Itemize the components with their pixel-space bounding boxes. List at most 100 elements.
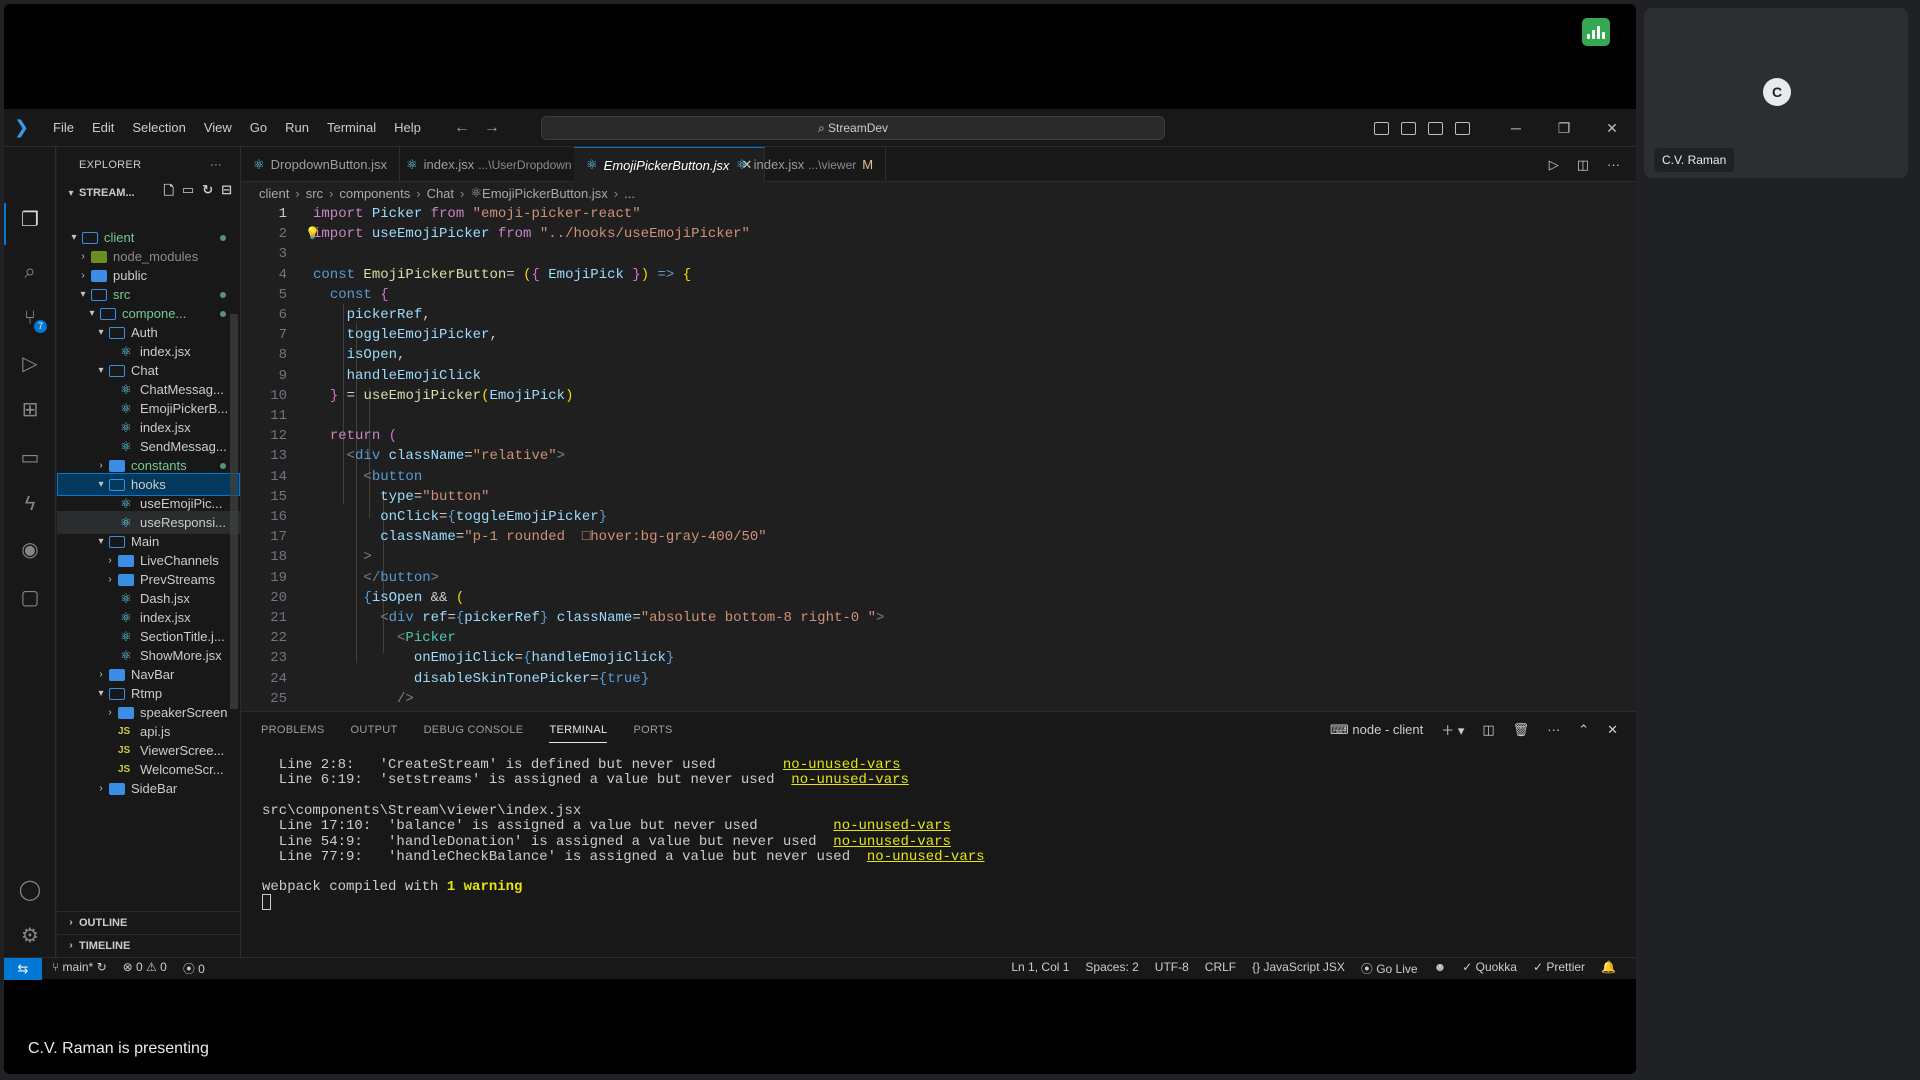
lint-rule-link[interactable]: no-unused-vars [791,772,909,788]
settings-gear-icon[interactable]: ⚙ [17,923,43,949]
language-mode[interactable]: {} JavaScript JSX [1252,960,1345,977]
menu-item-go[interactable]: Go [241,120,276,135]
activity-bar: ❐ ⌕ ⑂ 7 ▷ ⊞ ▭ ϟ ◉ ▢ ◯ ⚙ [4,147,56,957]
code-token: "emoji-picker-react" [472,206,641,222]
docker-icon[interactable]: ◉ [17,537,43,563]
code-token: { [447,509,456,525]
new-terminal-icon[interactable]: ＋ ▾ [1441,720,1464,739]
participant-tile[interactable]: C C.V. Raman [1644,8,1908,178]
folder-icon [118,706,134,719]
copilot-icon[interactable]: ☻ [1434,960,1447,977]
toggle-secondary-sidebar-icon[interactable] [1428,121,1443,135]
react-file-icon: ⚛ [120,438,132,454]
more-actions-icon[interactable]: ··· [1607,157,1620,172]
search-icon[interactable]: ⌕ [17,259,43,285]
remote-explorer-icon[interactable]: ▭ [17,445,43,471]
back-arrow-icon[interactable]: ← [454,119,470,137]
go-live-button[interactable]: ⦿ Go Live [1361,960,1418,977]
menu-item-help[interactable]: Help [385,120,430,135]
split-terminal-icon[interactable]: ◫ [1482,722,1494,738]
tree-item-label: src [113,287,131,302]
quokka-button[interactable]: ✓ Quokka [1462,960,1517,977]
chevron-right-icon: › [99,669,103,680]
code-token: => [649,266,683,283]
tab-output[interactable]: OUTPUT [351,724,398,736]
code-editor[interactable]: 1 import Picker from "emoji-picker-react"… [241,204,1636,707]
lint-rule-link[interactable]: no-unused-vars [867,849,985,865]
tree-item[interactable]: › SideBar [57,777,240,800]
toggle-panel-icon[interactable] [1401,121,1416,135]
breadcrumb-item[interactable]: src [306,186,323,201]
menu-item-view[interactable]: View [195,120,241,135]
command-center[interactable]: ⌕ StreamDev [541,116,1165,140]
menu-item-edit[interactable]: Edit [83,120,123,135]
encoding[interactable]: UTF-8 [1155,960,1189,977]
toggle-sidebar-icon[interactable] [1374,121,1389,135]
close-window-button[interactable]: ✕ [1588,120,1636,137]
language-label: JavaScript JSX [1263,960,1345,974]
more-actions-icon[interactable]: ··· [210,159,222,171]
code-token: EmojiPick [489,387,566,404]
source-control-icon[interactable]: ⑂ 7 [17,305,47,333]
editor-tab[interactable]: ⚛ index.jsx ...\UserDropdown [394,147,585,182]
breadcrumb-item[interactable]: Chat [427,186,454,201]
editor-tab[interactable]: ⚛ index.jsx ...\viewer M [724,147,887,182]
run-debug-icon[interactable]: ▷ [17,351,43,377]
tab-terminal[interactable]: TERMINAL [549,724,608,743]
tab-problems[interactable]: PROBLEMS [261,724,325,736]
kill-terminal-icon[interactable]: 🗑 [1513,722,1530,738]
maximize-panel-icon[interactable]: ⌃ [1578,722,1589,738]
account-icon[interactable]: ◯ [17,877,43,903]
new-file-icon[interactable]: 🗋 [163,182,173,204]
code-token: "relative" [472,448,557,465]
run-icon[interactable]: ▷ [1549,157,1559,173]
remote-indicator-icon[interactable]: ⇆ [4,957,42,980]
lightbulb-icon[interactable]: 💡 [305,226,320,241]
breadcrumb-item[interactable]: client [259,186,289,201]
sidebar-scrollbar[interactable] [230,314,238,709]
cursor-position[interactable]: Ln 1, Col 1 [1011,960,1069,977]
minimize-button[interactable]: ─ [1492,120,1540,136]
breadcrumb-item[interactable]: components [339,186,410,201]
breadcrumb-item[interactable]: ... [624,186,635,201]
line-number: 14 [270,468,287,485]
menu-item-terminal[interactable]: Terminal [318,120,385,135]
code-token: } [665,650,675,667]
more-actions-icon[interactable]: ··· [1547,722,1560,737]
forward-arrow-icon[interactable]: → [484,119,500,137]
breadcrumb-item[interactable]: EmojiPickerButton.jsx [482,186,608,201]
react-file-icon: ⚛ [586,157,598,172]
menu-item-file[interactable]: File [44,120,83,135]
workspace-root[interactable]: ▾ STREAM... 🗋 ▭ ↻ ⊟ [57,182,240,204]
line-ending[interactable]: CRLF [1205,960,1236,977]
prettier-button[interactable]: ✓ Prettier [1533,960,1585,977]
tab-debug-console[interactable]: DEBUG CONSOLE [424,724,524,736]
menu-item-selection[interactable]: Selection [123,120,194,135]
explorer-icon[interactable]: ❐ [17,207,43,233]
refresh-icon[interactable]: ↻ [202,182,213,204]
tree-item-label: ShowMore.jsx [140,648,222,663]
react-file-icon: ⚛ [120,609,132,625]
menu-item-run[interactable]: Run [276,120,318,135]
problems-count[interactable]: ⊗ 0 ⚠ 0 [123,960,167,977]
git-branch[interactable]: ⑂ main* ↻ [52,960,107,977]
restore-button[interactable]: ❐ [1540,120,1588,137]
ports-count[interactable]: ⦿ 0 [183,960,205,977]
terminal-instance[interactable]: ⌨ node - client [1330,722,1423,738]
close-panel-icon[interactable]: ✕ [1607,722,1618,738]
timeline-section[interactable]: › TIMELINE [57,934,240,956]
collapse-all-icon[interactable]: ⊟ [221,182,232,204]
indentation[interactable]: Spaces: 2 [1085,960,1138,977]
extensions-icon[interactable]: ⊞ [17,397,43,423]
notifications-bell-icon[interactable]: 🔔 [1601,960,1616,977]
editor-tab[interactable]: ⚛ DropdownButton.jsx [241,147,400,182]
customize-layout-icon[interactable] [1455,121,1470,135]
avatar: C [1763,78,1791,106]
chat-icon[interactable]: ▢ [17,585,43,611]
new-folder-icon[interactable]: ▭ [182,182,194,204]
outline-section[interactable]: › OUTLINE [57,911,240,933]
tab-ports[interactable]: PORTS [633,724,672,736]
split-editor-icon[interactable]: ◫ [1577,157,1589,173]
lightning-icon[interactable]: ϟ [17,491,43,517]
